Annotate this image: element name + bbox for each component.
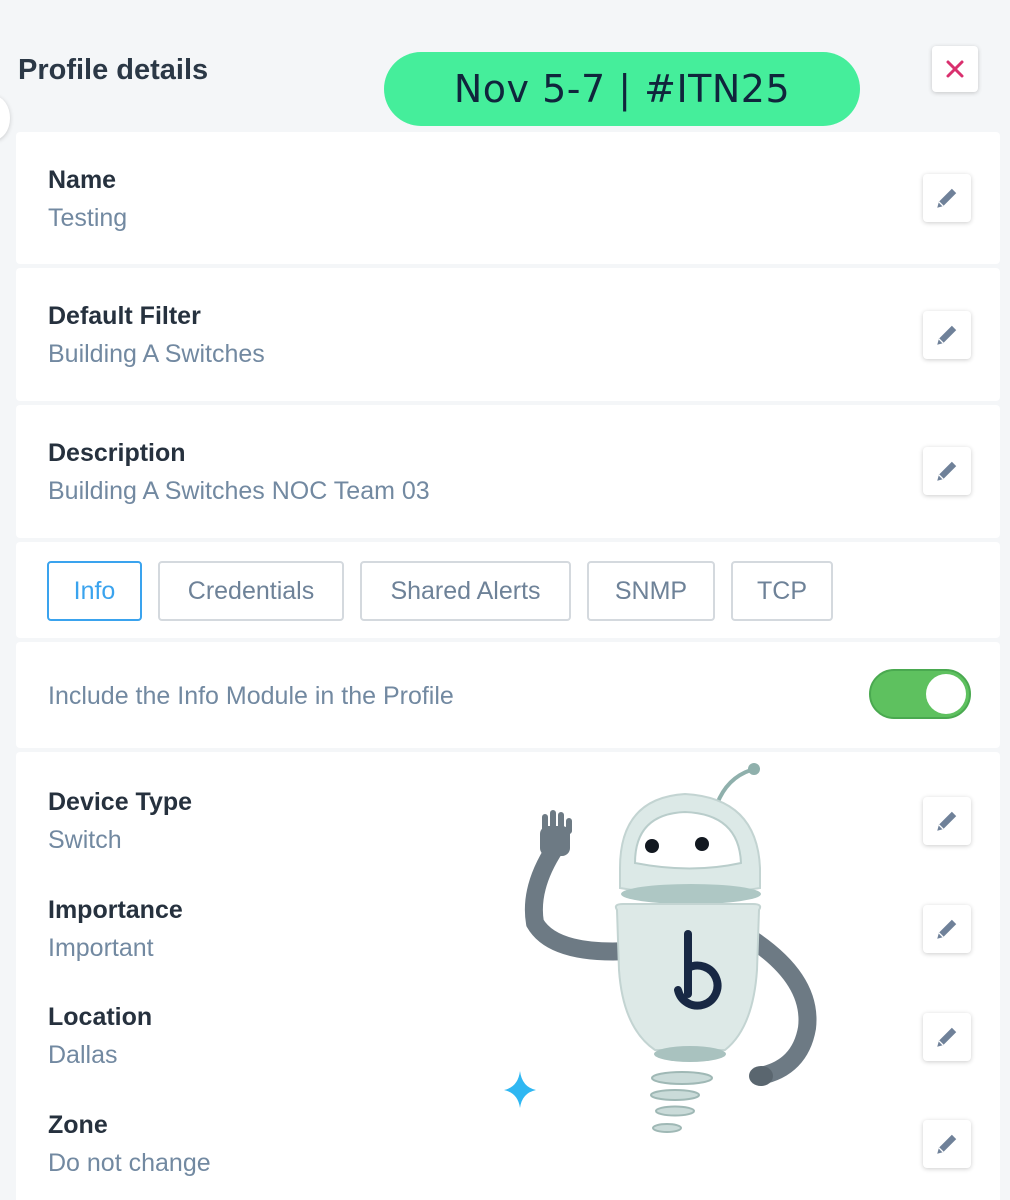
zone-value: Do not change xyxy=(48,1149,211,1177)
pencil-icon xyxy=(937,811,957,831)
robot-spring-ring xyxy=(655,1105,695,1117)
pencil-icon xyxy=(937,1134,957,1154)
pencil-icon xyxy=(937,325,957,345)
robot-antenna xyxy=(715,768,752,805)
pencil-icon xyxy=(937,188,957,208)
device-type-label: Device Type xyxy=(48,788,193,816)
close-button[interactable] xyxy=(932,46,978,92)
page-title: Profile details xyxy=(18,54,209,86)
robot-mascot xyxy=(504,763,817,1133)
name-card: Name Testing xyxy=(16,132,1000,264)
info-module-toggle-label: Include the Info Module in the Profile xyxy=(48,682,454,710)
edit-device-type-button[interactable] xyxy=(923,797,971,845)
robot-eye-left xyxy=(645,839,659,853)
edit-importance-button[interactable] xyxy=(923,905,971,953)
default-filter-card: Default Filter Building A Switches xyxy=(16,268,1000,401)
location-label: Location xyxy=(48,1003,153,1031)
pencil-icon xyxy=(937,919,957,939)
description-card: Description Building A Switches NOC Team… xyxy=(16,405,1000,538)
robot-hand xyxy=(540,810,572,856)
location-value: Dallas xyxy=(48,1041,118,1069)
tab-shared-alerts[interactable]: Shared Alerts xyxy=(360,561,571,621)
edit-default-filter-button[interactable] xyxy=(923,311,971,359)
edit-location-button[interactable] xyxy=(923,1013,971,1061)
toggle-knob xyxy=(926,674,966,714)
robot-spring-ring xyxy=(652,1123,682,1133)
name-label: Name xyxy=(48,166,117,194)
pencil-icon xyxy=(937,1027,957,1047)
tab-credentials[interactable]: Credentials xyxy=(158,561,344,621)
tab-info[interactable]: Info xyxy=(47,561,142,621)
event-banner: Nov 5-7 | #ITN25 xyxy=(384,52,860,126)
zone-label: Zone xyxy=(48,1111,108,1139)
tab-snmp[interactable]: SNMP xyxy=(587,561,715,621)
tab-tcp[interactable]: TCP xyxy=(731,561,833,621)
info-module-toggle[interactable] xyxy=(869,669,971,719)
edit-zone-button[interactable] xyxy=(923,1120,971,1168)
importance-label: Importance xyxy=(48,896,183,924)
default-filter-value: Building A Switches xyxy=(48,340,265,368)
device-type-value: Switch xyxy=(48,826,122,854)
close-icon xyxy=(946,60,964,78)
edit-description-button[interactable] xyxy=(923,447,971,495)
edit-name-button[interactable] xyxy=(923,174,971,222)
robot-spring-ring xyxy=(650,1089,700,1101)
importance-value: Important xyxy=(48,934,154,962)
sparkle-icon xyxy=(504,1071,536,1108)
sidebar-edge-handle[interactable] xyxy=(0,96,10,140)
description-label: Description xyxy=(48,439,186,467)
robot-spring-ring xyxy=(651,1071,713,1085)
name-value: Testing xyxy=(48,204,128,232)
robot-eye-right xyxy=(695,837,709,851)
pencil-icon xyxy=(937,461,957,481)
info-module-card: Include the Info Module in the Profile xyxy=(16,642,1000,748)
description-value: Building A Switches NOC Team 03 xyxy=(48,477,430,505)
default-filter-label: Default Filter xyxy=(48,302,201,330)
